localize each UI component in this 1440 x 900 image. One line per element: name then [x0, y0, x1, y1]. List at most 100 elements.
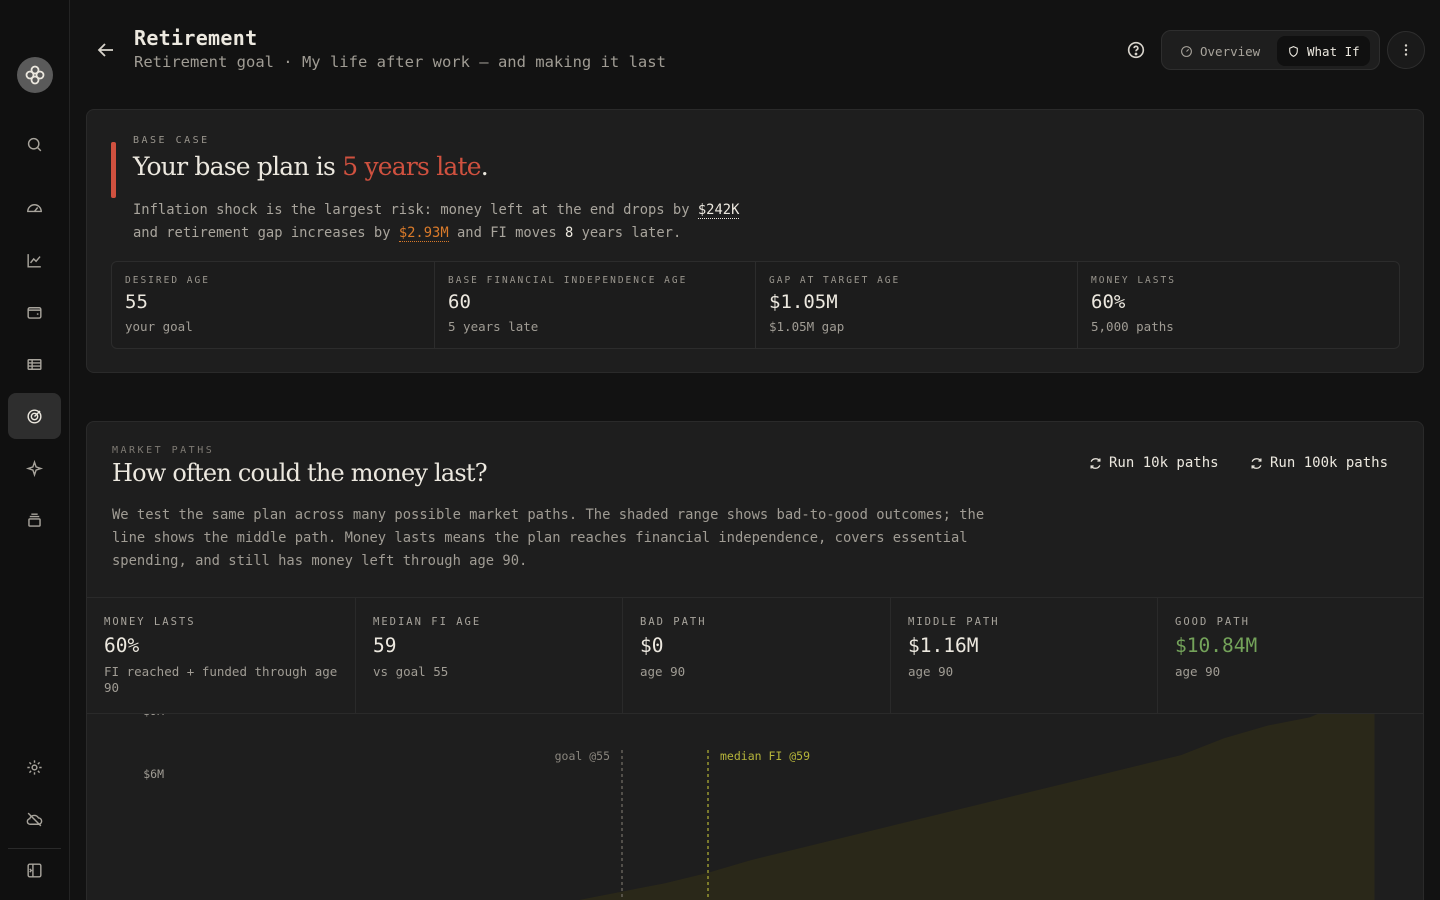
sidebar-item-accounts[interactable] [8, 289, 61, 335]
back-button[interactable] [94, 38, 118, 62]
kpi-middle-path: MIDDLE PATH $1.16M age 90 [890, 598, 1157, 713]
tab-overview-label: Overview [1200, 43, 1261, 59]
base-case-card: BASE CASE Your base plan is 5 years late… [86, 109, 1424, 373]
ledger-icon [27, 358, 42, 370]
base-case-description: Inflation shock is the largest risk: mon… [133, 199, 740, 245]
page-subtitle: Retirement goal · My life after work — a… [134, 53, 666, 71]
desc-amount-2[interactable]: $2.93M [398, 225, 449, 242]
headline-highlight: 5 years late [342, 152, 481, 181]
kpi-value: 59 [373, 634, 397, 657]
sidebar-item-transactions[interactable] [8, 341, 61, 387]
y-tick-label: $9M [143, 714, 164, 718]
sidebar-item-search[interactable] [8, 121, 61, 167]
goal-age-label: goal @55 [555, 749, 610, 763]
sidebar-item-insights[interactable] [8, 445, 61, 491]
desc-part-2: and retirement gap increases by [133, 225, 399, 241]
stat-money-lasts: MONEY LASTS 60% 5,000 paths [1077, 262, 1399, 348]
stat-value: 60% [1091, 291, 1126, 313]
kpi-value: $1.16M [908, 634, 979, 657]
cloud-off-icon [26, 812, 43, 826]
more-vertical-icon [1404, 44, 1408, 56]
kpi-label: BAD PATH [640, 616, 707, 628]
stat-value: 60 [448, 291, 471, 313]
stat-value: $1.05M [769, 291, 838, 313]
stat-label: GAP AT TARGET AGE [769, 275, 901, 286]
kpi-label: MEDIAN FI AGE [373, 616, 482, 628]
kpi-note: age 90 [1175, 664, 1221, 679]
target-icon [27, 408, 42, 424]
help-circle-icon [1127, 41, 1145, 59]
tab-what-if[interactable]: What If [1277, 36, 1370, 66]
desc-part-3: and FI moves [448, 225, 565, 241]
refresh-icon [1251, 457, 1262, 469]
line-chart-icon [27, 253, 41, 268]
sidebar-toggle-icon [27, 862, 42, 878]
y-tick-label: $6M [143, 767, 164, 781]
settings-icon [27, 759, 42, 775]
kpi-label: GOOD PATH [1175, 616, 1250, 628]
outcome-range-band [579, 714, 1375, 900]
stat-desired-age: DESIRED AGE 55 your goal [112, 262, 434, 348]
market-paths-eyebrow: MARKET PATHS [112, 445, 215, 456]
run-10k-button[interactable]: Run 10k paths [1088, 455, 1219, 471]
more-options-button[interactable] [1387, 31, 1425, 69]
shield-icon [1289, 45, 1298, 57]
stat-gap-at-target: GAP AT TARGET AGE $1.05M $1.05M gap [755, 262, 1077, 348]
sidebar-item-settings[interactable] [8, 744, 61, 790]
stat-value: 55 [125, 291, 148, 313]
kpi-label: MONEY LASTS [104, 616, 196, 628]
desc-part-4: years later. [573, 225, 682, 241]
refresh-icon [1090, 457, 1101, 469]
desc-part-1: Inflation shock is the largest risk: mon… [133, 202, 698, 218]
market-paths-description: We test the same plan across many possib… [112, 507, 985, 569]
market-paths-chart: $12M$9M$6Mgoal @55median FI @59 [143, 714, 1375, 900]
median-fi-label: median FI @59 [720, 749, 810, 763]
desc-amount-1[interactable]: $242K [697, 202, 740, 219]
help-button[interactable] [1125, 39, 1147, 61]
tab-overview[interactable]: Overview [1170, 36, 1270, 66]
kpi-median-fi-age: MEDIAN FI AGE 59 vs goal 55 [355, 598, 622, 713]
kpi-note: vs goal 55 [373, 664, 449, 679]
stack-icon [28, 512, 41, 527]
app-logo-icon[interactable] [17, 57, 53, 93]
kpi-row: MONEY LASTS 60% FI reached + funded thro… [87, 597, 1423, 714]
headline-suffix: . [480, 152, 489, 181]
sidebar-item-goals[interactable] [8, 393, 61, 439]
stat-label: DESIRED AGE [125, 275, 210, 286]
kpi-value: 60% [104, 634, 140, 657]
kpi-note: FI reached + funded through age 90 [104, 664, 338, 695]
stat-label: MONEY LASTS [1091, 275, 1176, 286]
sidebar-item-archive[interactable] [8, 497, 61, 543]
kpi-value: $10.84M [1175, 634, 1258, 657]
stat-note: 5,000 paths [1091, 319, 1174, 334]
sidebar-item-sync[interactable] [8, 796, 61, 842]
sidebar-item-dashboard[interactable] [8, 184, 61, 230]
sidebar-toggle-button[interactable] [8, 847, 61, 893]
run-100k-button[interactable]: Run 100k paths [1249, 455, 1388, 471]
sidebar [0, 0, 70, 900]
market-paths-title: How often could the money last? [112, 459, 488, 487]
sparkle-icon [25, 459, 44, 477]
run-10k-label: Run 10k paths [1109, 455, 1219, 471]
run-100k-label: Run 100k paths [1270, 455, 1389, 471]
sidebar-item-investments[interactable] [8, 237, 61, 283]
search-icon [27, 137, 42, 151]
base-case-headline: Your base plan is 5 years late. [133, 152, 489, 181]
page-title: Retirement [134, 26, 258, 50]
stat-note: 5 years late [448, 319, 539, 334]
base-stats: DESIRED AGE 55 your goal BASE FINANCIAL … [111, 261, 1400, 349]
tab-what-if-label: What If [1307, 43, 1360, 59]
stat-base-fi-age: BASE FINANCIAL INDEPENDENCE AGE 60 5 yea… [434, 262, 755, 348]
base-case-eyebrow: BASE CASE [133, 135, 210, 146]
kpi-label: MIDDLE PATH [908, 616, 1000, 628]
stat-note: $1.05M gap [769, 319, 845, 334]
kpi-good-path: GOOD PATH $10.84M age 90 [1157, 598, 1423, 713]
alert-bar [111, 142, 116, 198]
market-paths-card: MARKET PATHS How often could the money l… [86, 421, 1424, 900]
view-toggle: Overview What If [1161, 30, 1380, 70]
speedometer-icon [27, 203, 42, 212]
kpi-money-lasts: MONEY LASTS 60% FI reached + funded thro… [87, 598, 355, 713]
wallet-icon [27, 306, 42, 319]
stat-label: BASE FINANCIAL INDEPENDENCE AGE [448, 275, 688, 286]
stat-note: your goal [125, 319, 193, 334]
